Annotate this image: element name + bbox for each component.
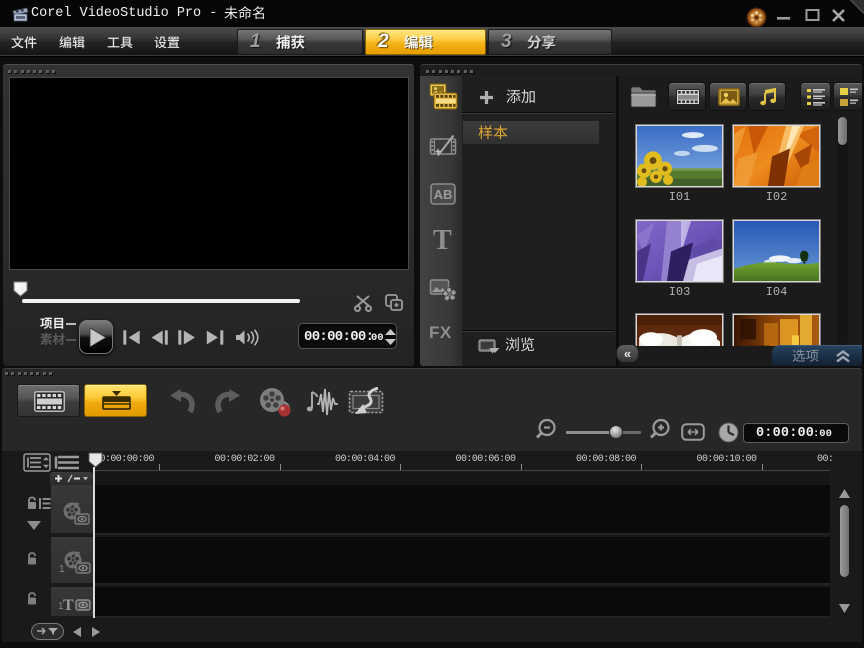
svg-text:1: 1 — [59, 564, 65, 575]
svg-text:T: T — [63, 597, 74, 612]
svg-text:AB: AB — [434, 187, 453, 202]
